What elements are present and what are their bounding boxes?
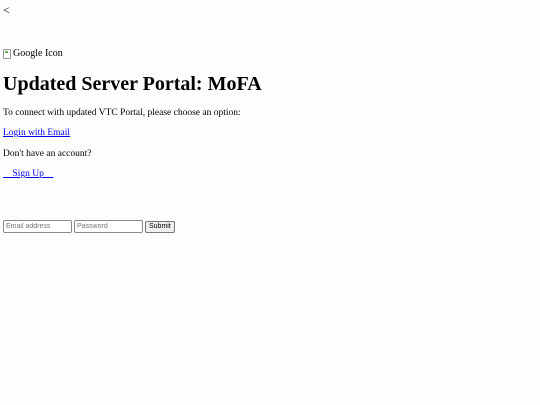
submit-button[interactable]: Submit: [145, 220, 175, 233]
google-logo-alt-text: Google Icon: [13, 48, 63, 59]
broken-image-icon: [3, 49, 11, 59]
google-logo-image: Google Icon: [3, 48, 63, 60]
password-input[interactable]: [74, 220, 143, 233]
email-input[interactable]: [3, 220, 72, 233]
login-form: Submit: [3, 220, 175, 233]
intro-text: To connect with updated VTC Portal, plea…: [3, 108, 241, 118]
sign-up-link[interactable]: Sign Up: [3, 168, 53, 180]
login-with-email-link[interactable]: Login with Email: [3, 127, 70, 139]
no-account-text: Don't have an account?: [3, 149, 92, 159]
back-link[interactable]: <: [3, 4, 10, 16]
page-title: Updated Server Portal: MoFA: [3, 73, 262, 95]
